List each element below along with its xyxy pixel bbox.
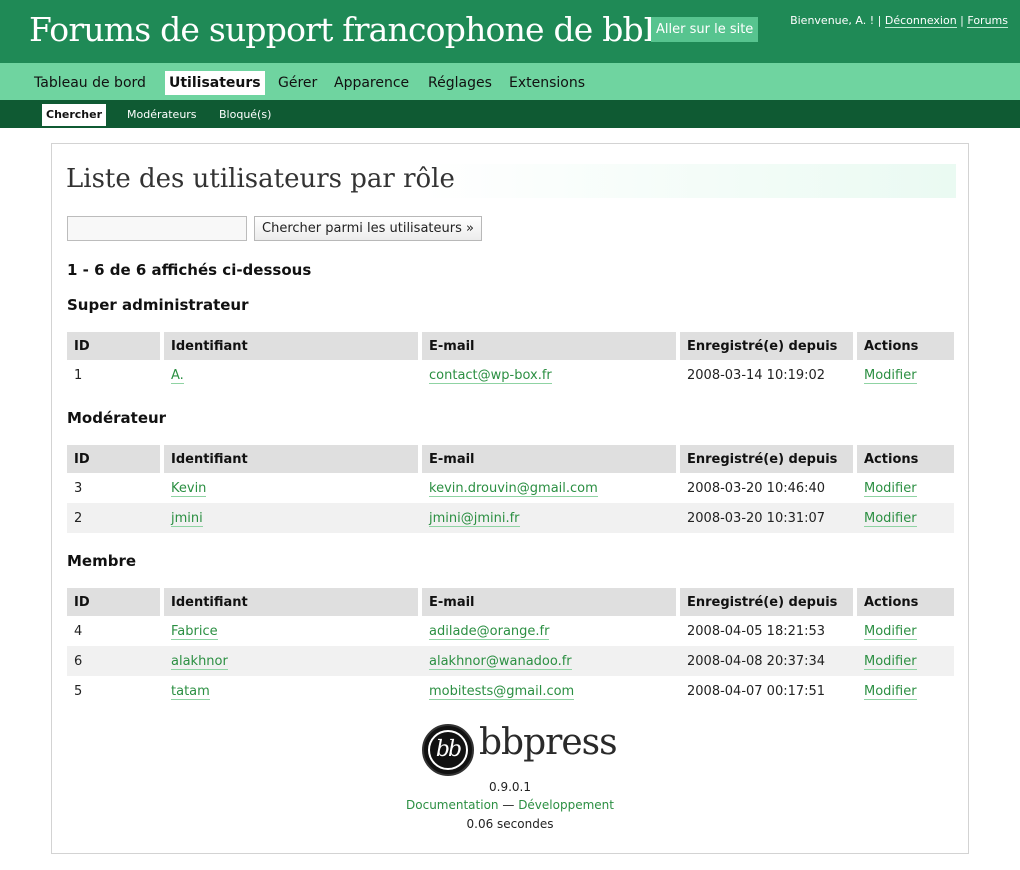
submenu-item-moderators[interactable]: Modérateurs xyxy=(123,104,201,126)
user-id: 5 xyxy=(74,683,83,699)
user-id: 2 xyxy=(67,503,160,533)
table-row: 5 tatam mobitests@gmail.com 2008-04-07 0… xyxy=(67,676,954,706)
column-header-login: Identifiant xyxy=(164,332,418,360)
user-id: 6 xyxy=(67,646,160,676)
table-row: 1 A. contact@wp-box.fr 2008-03-14 10:19:… xyxy=(67,360,954,390)
table-row: 2 jmini jmini@jmini.fr 2008-03-20 10:31:… xyxy=(67,503,954,533)
separator: | xyxy=(960,14,964,27)
edit-user-link[interactable]: Modifier xyxy=(864,653,917,670)
user-id: 4 xyxy=(74,623,83,639)
menu-item-extensions[interactable]: Extensions xyxy=(505,71,589,95)
user-login-link[interactable]: jmini xyxy=(171,510,203,527)
column-header-registered: Enregistré(e) depuis xyxy=(680,445,853,473)
menu-item-users[interactable]: Utilisateurs xyxy=(165,71,265,95)
welcome-text: Bienvenue, A. ! xyxy=(790,14,875,27)
column-header-actions: Actions xyxy=(857,588,954,616)
column-header-actions: Actions xyxy=(857,445,954,473)
user-registered: 2008-03-20 10:31:07 xyxy=(680,503,853,533)
user-email-link[interactable]: adilade@orange.fr xyxy=(429,623,550,640)
edit-user-link[interactable]: Modifier xyxy=(864,623,917,640)
separator: | xyxy=(877,14,882,27)
table-header-row: ID Identifiant E-mail Enregistré(e) depu… xyxy=(67,445,954,473)
edit-user-link[interactable]: Modifier xyxy=(864,683,917,700)
table-row: 6 alakhnor alakhnor@wanadoo.fr 2008-04-0… xyxy=(67,646,954,676)
version-text: 0.9.0.1 xyxy=(489,780,531,794)
column-header-registered: Enregistré(e) depuis xyxy=(680,588,853,616)
column-header-login: Identifiant xyxy=(164,588,418,616)
logout-link[interactable]: Déconnexion xyxy=(884,14,957,28)
user-id: 1 xyxy=(74,367,83,383)
column-header-email: E-mail xyxy=(422,588,676,616)
user-registered: 2008-04-08 20:37:34 xyxy=(680,646,853,676)
role-title-moderator: Modérateur xyxy=(67,409,167,427)
users-table-moderator: ID Identifiant E-mail Enregistré(e) depu… xyxy=(67,445,954,533)
column-header-email: E-mail xyxy=(422,445,676,473)
column-header-login: Identifiant xyxy=(164,445,418,473)
site-header: Forums de support francophone de bbPress… xyxy=(0,0,1020,63)
user-login-link[interactable]: A. xyxy=(171,367,184,384)
user-email-link[interactable]: jmini@jmini.fr xyxy=(429,510,520,527)
column-header-registered: Enregistré(e) depuis xyxy=(680,332,853,360)
column-header-id: ID xyxy=(67,588,160,616)
edit-user-link[interactable]: Modifier xyxy=(864,510,917,527)
bbpress-logo: bb bbpress xyxy=(422,722,618,776)
main-menu: Tableau de bord Utilisateurs Gérer Appar… xyxy=(0,63,1020,100)
table-header-row: ID Identifiant E-mail Enregistré(e) depu… xyxy=(67,588,954,616)
results-count: 1 - 6 de 6 affichés ci-dessous xyxy=(67,261,312,279)
menu-item-settings[interactable]: Réglages xyxy=(424,71,496,95)
site-title: Forums de support francophone de bbPress xyxy=(29,10,731,49)
bbpress-badge-icon: bb xyxy=(422,724,474,776)
user-email-link[interactable]: alakhnor@wanadoo.fr xyxy=(429,653,572,670)
menu-item-manage[interactable]: Gérer xyxy=(274,71,321,95)
user-login-link[interactable]: alakhnor xyxy=(171,653,228,670)
user-login-link[interactable]: Kevin xyxy=(171,480,207,497)
logo-wordmark: bbpress xyxy=(479,722,618,763)
users-table-member: ID Identifiant E-mail Enregistré(e) depu… xyxy=(67,588,954,706)
user-registered: 2008-04-07 00:17:51 xyxy=(687,683,826,699)
user-registered: 2008-03-14 10:19:02 xyxy=(687,367,826,383)
menu-item-dashboard[interactable]: Tableau de bord xyxy=(30,71,150,95)
timing-text: 0.06 secondes xyxy=(466,817,554,831)
user-id: 3 xyxy=(74,480,83,496)
content-panel: Liste des utilisateurs par rôle Chercher… xyxy=(51,143,969,854)
page-title: Liste des utilisateurs par rôle xyxy=(66,164,956,198)
footer-links: Documentation — Développement xyxy=(52,798,968,812)
search-input[interactable] xyxy=(67,216,247,241)
column-header-id: ID xyxy=(67,332,160,360)
column-header-email: E-mail xyxy=(422,332,676,360)
table-row: 3 Kevin kevin.drouvin@gmail.com 2008-03-… xyxy=(67,473,954,503)
menu-item-appearance[interactable]: Apparence xyxy=(330,71,413,95)
footer-dash: — xyxy=(502,798,515,812)
role-title-member: Membre xyxy=(67,552,137,570)
column-header-id: ID xyxy=(67,445,160,473)
user-registered: 2008-03-20 10:46:40 xyxy=(687,480,826,496)
documentation-link[interactable]: Documentation xyxy=(406,798,499,812)
user-email-link[interactable]: mobitests@gmail.com xyxy=(429,683,575,700)
visit-site-button[interactable]: Aller sur le site xyxy=(651,17,759,42)
edit-user-link[interactable]: Modifier xyxy=(864,367,917,384)
submenu-item-search[interactable]: Chercher xyxy=(42,104,107,126)
sub-menu: Chercher Modérateurs Bloqué(s) xyxy=(0,100,1020,128)
development-link[interactable]: Développement xyxy=(518,798,614,812)
user-links: Bienvenue, A. ! | Déconnexion | Forums xyxy=(790,14,1008,28)
users-table-super-admin: ID Identifiant E-mail Enregistré(e) depu… xyxy=(67,332,954,390)
search-users-button[interactable]: Chercher parmi les utilisateurs » xyxy=(254,216,482,241)
role-title-super-admin: Super administrateur xyxy=(67,296,249,314)
user-login-link[interactable]: tatam xyxy=(171,683,210,700)
user-email-link[interactable]: kevin.drouvin@gmail.com xyxy=(429,480,598,497)
user-registered: 2008-04-05 18:21:53 xyxy=(687,623,826,639)
forums-link[interactable]: Forums xyxy=(967,14,1008,28)
user-login-link[interactable]: Fabrice xyxy=(171,623,218,640)
user-email-link[interactable]: contact@wp-box.fr xyxy=(429,367,552,384)
logo-badge-text: bb xyxy=(428,730,468,770)
edit-user-link[interactable]: Modifier xyxy=(864,480,917,497)
table-row: 4 Fabrice adilade@orange.fr 2008-04-05 1… xyxy=(67,616,954,646)
table-header-row: ID Identifiant E-mail Enregistré(e) depu… xyxy=(67,332,954,360)
column-header-actions: Actions xyxy=(857,332,954,360)
submenu-item-blocked[interactable]: Bloqué(s) xyxy=(215,104,275,126)
